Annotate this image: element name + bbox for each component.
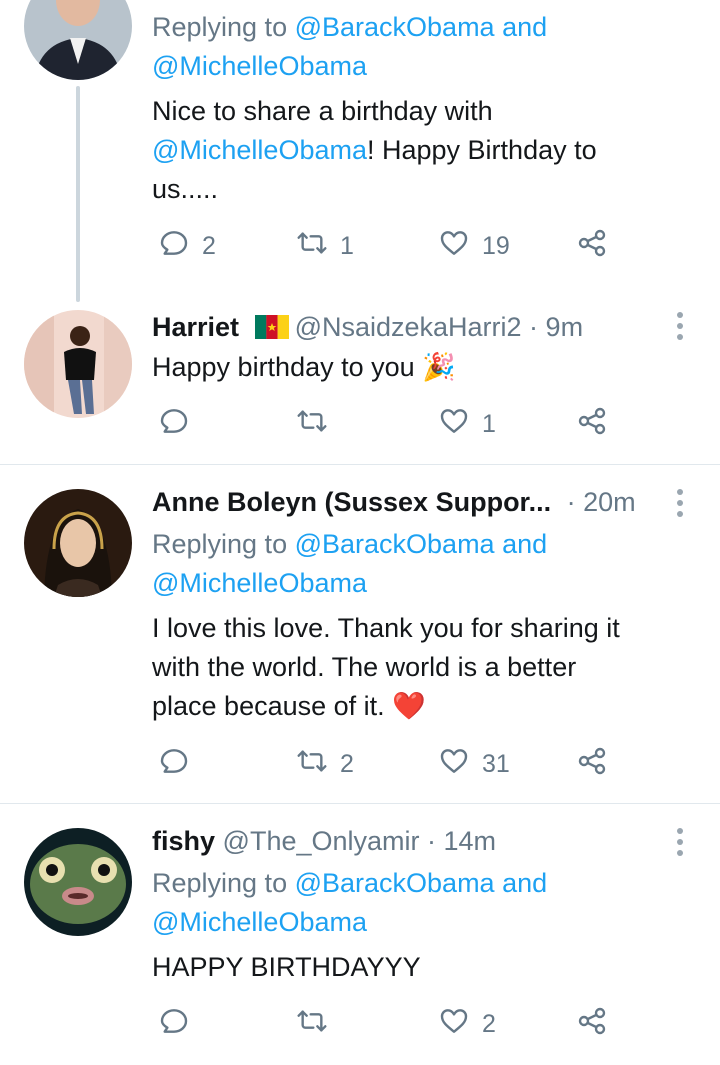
like-button[interactable]: 31 xyxy=(438,744,510,784)
retweet-button[interactable]: 2 xyxy=(296,744,354,784)
share-button[interactable] xyxy=(576,1004,608,1044)
share-button[interactable] xyxy=(576,744,608,784)
like-icon xyxy=(438,405,470,444)
reply-button[interactable]: 2 xyxy=(158,226,216,266)
reply-icon xyxy=(158,745,190,784)
mention-link[interactable]: @MichelleObama xyxy=(152,907,367,937)
share-icon xyxy=(576,405,608,444)
more-options-icon[interactable] xyxy=(676,312,684,345)
timestamp[interactable]: 14m xyxy=(444,826,497,856)
retweet-icon xyxy=(296,745,328,784)
reply-icon xyxy=(158,227,190,266)
like-icon xyxy=(438,1005,470,1044)
thread-line xyxy=(76,86,80,302)
share-button[interactable] xyxy=(576,226,608,266)
share-icon xyxy=(576,1005,608,1044)
avatar[interactable] xyxy=(24,310,132,418)
retweet-icon xyxy=(296,405,328,444)
avatar[interactable] xyxy=(24,489,132,597)
reply-icon xyxy=(158,1005,190,1044)
like-icon xyxy=(438,227,470,266)
retweet-button[interactable] xyxy=(296,1004,340,1044)
tweet-actions: 1 xyxy=(152,404,632,444)
more-options-icon[interactable] xyxy=(676,828,684,861)
reply-button[interactable] xyxy=(158,1004,202,1044)
tweet-header: Anne Boleyn (Sussex Suppor... · 20m xyxy=(152,487,636,517)
timestamp[interactable]: 20m xyxy=(583,487,636,517)
tweet-header: Harriet @NsaidzekaHarri2 · 9m xyxy=(152,312,584,342)
tweet-3[interactable]: Anne Boleyn (Sussex Suppor... · 20m Repl… xyxy=(0,465,720,803)
tweet-actions: 2 1 19 xyxy=(152,226,632,266)
tweet-actions: 2 xyxy=(152,1004,632,1044)
like-button[interactable]: 1 xyxy=(438,404,496,444)
mention-link[interactable]: @MichelleObama xyxy=(152,135,367,165)
share-icon xyxy=(576,227,608,266)
tweet-text: Happy birthday to you 🎉 xyxy=(152,352,456,382)
tweet-actions: 2 31 xyxy=(152,744,632,784)
retweet-icon xyxy=(296,1005,328,1044)
cameroon-flag xyxy=(254,313,289,339)
mention-link[interactable]: @BarackObama xyxy=(295,529,495,559)
display-name[interactable]: Harriet xyxy=(152,312,239,342)
mention-link[interactable]: @BarackObama xyxy=(295,868,495,898)
avatar[interactable] xyxy=(24,828,132,936)
retweet-button[interactable]: 1 xyxy=(296,226,354,266)
reply-button[interactable] xyxy=(158,404,202,444)
tweet-2[interactable]: Harriet @NsaidzekaHarri2 · 9m Happy birt… xyxy=(0,300,720,464)
display-name[interactable]: fishy xyxy=(152,826,215,856)
retweet-icon xyxy=(296,227,328,266)
tweet-1[interactable]: Replying to @BarackObama and @MichelleOb… xyxy=(0,0,720,302)
display-name[interactable]: Anne Boleyn (Sussex Suppor... xyxy=(152,487,551,517)
handle[interactable]: @NsaidzekaHarri2 xyxy=(295,312,522,342)
like-icon xyxy=(438,745,470,784)
mention-link[interactable]: @MichelleObama xyxy=(152,51,367,81)
replying-to: Replying to @BarackObama and @MichelleOb… xyxy=(152,12,548,81)
share-icon xyxy=(576,745,608,784)
like-button[interactable]: 2 xyxy=(438,1004,496,1044)
replying-to: Replying to @BarackObama and @MichelleOb… xyxy=(152,529,548,598)
more-options-icon[interactable] xyxy=(676,489,684,522)
tweet-text: HAPPY BIRTHDAYYY xyxy=(152,952,421,982)
timestamp[interactable]: 9m xyxy=(546,312,584,342)
mention-link[interactable]: @MichelleObama xyxy=(152,568,367,598)
replying-to: Replying to @BarackObama and @MichelleOb… xyxy=(152,868,548,937)
tweet-header: fishy @The_Onlyamir · 14m xyxy=(152,826,497,856)
retweet-button[interactable] xyxy=(296,404,340,444)
like-button[interactable]: 19 xyxy=(438,226,510,266)
handle[interactable]: @The_Onlyamir xyxy=(223,826,420,856)
tweet-text: I love this love. Thank you for sharing … xyxy=(152,613,620,721)
share-button[interactable] xyxy=(576,404,608,444)
reply-button[interactable] xyxy=(158,744,202,784)
tweet-4[interactable]: fishy @The_Onlyamir · 14m Replying to @B… xyxy=(0,804,720,1065)
tweet-text: Nice to share a birthday with @MichelleO… xyxy=(152,96,597,204)
avatar[interactable] xyxy=(24,0,132,80)
mention-link[interactable]: @BarackObama xyxy=(295,12,495,42)
reply-icon xyxy=(158,405,190,444)
